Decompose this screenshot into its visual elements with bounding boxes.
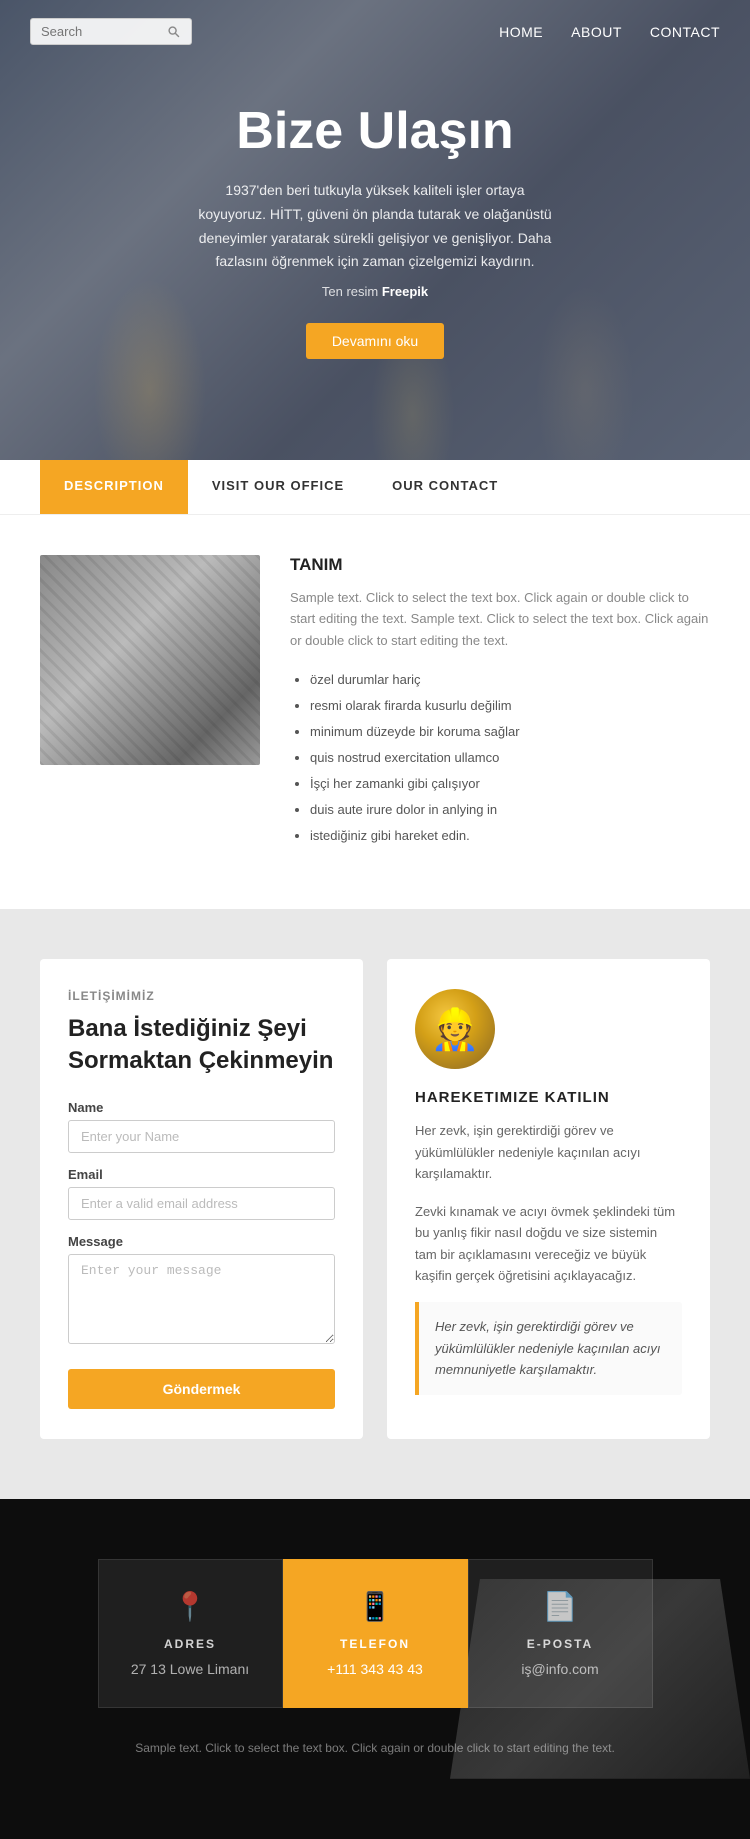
footer-phone-title: TELEFON <box>340 1637 410 1651</box>
nav-contact[interactable]: CONTACT <box>650 24 720 40</box>
hero-section: Bize Ulaşın 1937'den beri tutkuyla yükse… <box>0 0 750 460</box>
email-label: Email <box>68 1167 335 1182</box>
form-section-label: İLETİŞİMİMİZ <box>68 989 335 1003</box>
join-text-1: Her zevk, işin gerektirdiği görev ve yük… <box>415 1120 682 1184</box>
quote-text: Her zevk, işin gerektirdiği görev ve yük… <box>435 1316 666 1380</box>
footer-address-title: ADRES <box>164 1637 216 1651</box>
name-input[interactable] <box>68 1120 335 1153</box>
list-item: duis aute irure dolor in anlying in <box>310 797 710 823</box>
worker-avatar <box>415 989 495 1069</box>
search-box[interactable] <box>30 18 192 45</box>
search-icon <box>167 25 181 39</box>
contact-inner: İLETİŞİMİMİZ Bana İstediğiniz Şeyi Sorma… <box>40 959 710 1438</box>
join-title: HAREKETIMIZE KATILIN <box>415 1089 682 1106</box>
phone-icon: 📱 <box>358 1590 393 1623</box>
tab-description[interactable]: DESCRIPTION <box>40 460 188 514</box>
description-section: TANIM Sample text. Click to select the t… <box>0 515 750 909</box>
hero-description: 1937'den beri tutkuyla yüksek kaliteli i… <box>195 179 555 274</box>
description-image <box>40 555 260 765</box>
navigation: HOME ABOUT CONTACT <box>0 0 750 63</box>
description-title: TANIM <box>290 555 710 575</box>
list-item: istediğiniz gibi hareket edin. <box>310 823 710 849</box>
message-label: Message <box>68 1234 335 1249</box>
search-input[interactable] <box>41 24 161 39</box>
contact-form-card: İLETİŞİMİMİZ Bana İstediğiniz Şeyi Sorma… <box>40 959 363 1438</box>
list-item: quis nostrud exercitation ullamco <box>310 745 710 771</box>
list-item: İşçi her zamanki gibi çalışıyor <box>310 771 710 797</box>
list-item: resmi olarak firarda kusurlu değilim <box>310 693 710 719</box>
form-group-name: Name <box>68 1100 335 1153</box>
email-input[interactable] <box>68 1187 335 1220</box>
footer-card-phone: 📱 TELEFON +111 343 43 43 <box>283 1559 468 1708</box>
footer-email-value: iş@info.com <box>521 1661 598 1677</box>
hero-button[interactable]: Devamını oku <box>306 323 444 359</box>
hero-credit: Ten resim Freepik <box>195 284 555 299</box>
hero-title: Bize Ulaşın <box>195 101 555 161</box>
email-icon: 📄 <box>543 1590 578 1623</box>
tabs-row: DESCRIPTION VISIT OUR OFFICE OUR CONTACT <box>40 460 710 514</box>
footer-card-email: 📄 E-POSTA iş@info.com <box>468 1559 653 1708</box>
nav-about[interactable]: ABOUT <box>571 24 622 40</box>
description-inner: TANIM Sample text. Click to select the t… <box>40 555 710 849</box>
hero-content: Bize Ulaşın 1937'den beri tutkuyla yükse… <box>155 81 595 379</box>
description-list: özel durumlar hariç resmi olarak firarda… <box>290 667 710 849</box>
nav-links: HOME ABOUT CONTACT <box>499 24 720 40</box>
contact-section: İLETİŞİMİMİZ Bana İstediğiniz Şeyi Sorma… <box>0 909 750 1498</box>
submit-button[interactable]: Göndermek <box>68 1369 335 1409</box>
form-big-title: Bana İstediğiniz Şeyi Sormaktan Çekinmey… <box>68 1013 335 1075</box>
footer-phone-value: +111 343 43 43 <box>327 1661 423 1677</box>
footer-bottom-text: Sample text. Click to select the text bo… <box>0 1708 750 1778</box>
address-icon: 📍 <box>173 1590 208 1623</box>
description-text: TANIM Sample text. Click to select the t… <box>290 555 710 849</box>
quote-block: Her zevk, işin gerektirdiği görev ve yük… <box>415 1302 682 1394</box>
tab-our-contact[interactable]: OUR CONTACT <box>368 460 522 514</box>
footer-email-title: E-POSTA <box>527 1637 593 1651</box>
tab-visit-office[interactable]: VISIT OUR OFFICE <box>188 460 368 514</box>
footer-section: 📍 ADRES 27 13 Lowe Limanı 📱 TELEFON +111… <box>0 1499 750 1839</box>
footer-cards: 📍 ADRES 27 13 Lowe Limanı 📱 TELEFON +111… <box>0 1499 750 1708</box>
contact-info-card: HAREKETIMIZE KATILIN Her zevk, işin gere… <box>387 959 710 1438</box>
message-input[interactable] <box>68 1254 335 1344</box>
hero-credit-link[interactable]: Freepik <box>382 284 428 299</box>
join-text-2: Zevki kınamak ve acıyı övmek şeklindeki … <box>415 1201 682 1287</box>
footer-address-value: 27 13 Lowe Limanı <box>131 1661 249 1677</box>
form-group-message: Message <box>68 1234 335 1349</box>
form-group-email: Email <box>68 1167 335 1220</box>
list-item: minimum düzeyde bir koruma sağlar <box>310 719 710 745</box>
list-item: özel durumlar hariç <box>310 667 710 693</box>
footer-card-address: 📍 ADRES 27 13 Lowe Limanı <box>98 1559 283 1708</box>
name-label: Name <box>68 1100 335 1115</box>
nav-home[interactable]: HOME <box>499 24 543 40</box>
description-sample: Sample text. Click to select the text bo… <box>290 587 710 651</box>
tabs-section: DESCRIPTION VISIT OUR OFFICE OUR CONTACT <box>0 460 750 515</box>
